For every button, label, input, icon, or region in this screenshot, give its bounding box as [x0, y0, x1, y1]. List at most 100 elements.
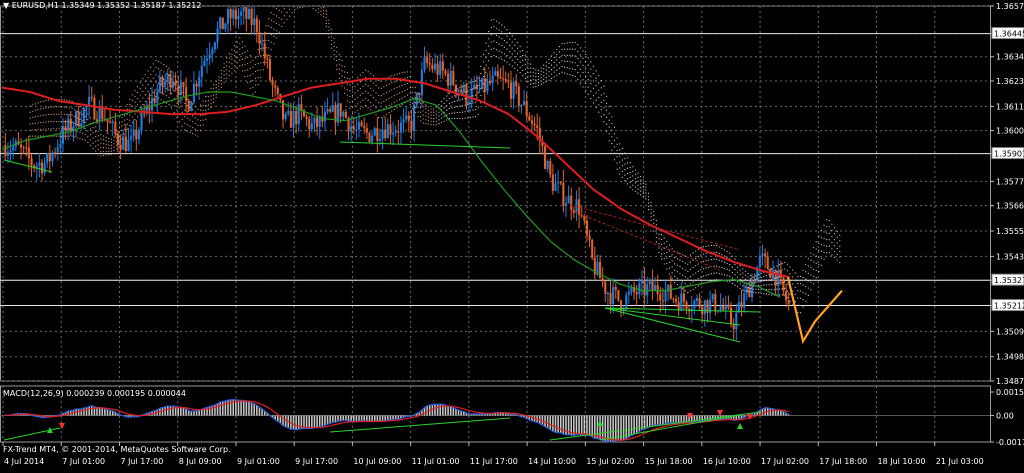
- cloud-dot: [113, 147, 114, 148]
- cloud-dot: [818, 250, 819, 251]
- cloud-dot: [92, 132, 93, 133]
- cloud-dot: [525, 73, 526, 74]
- cloud-dot: [221, 73, 222, 74]
- cloud-dot: [231, 54, 232, 55]
- cloud-dot: [213, 102, 214, 103]
- price-tick-label: 1.36570: [996, 2, 1024, 11]
- cloud-dot: [771, 268, 772, 269]
- cloud-dot: [373, 83, 374, 84]
- cloud-dot: [239, 54, 240, 55]
- cloud-dot: [729, 270, 730, 271]
- cloud-dot: [255, 78, 256, 79]
- cloud-dot: [341, 80, 342, 81]
- cloud-dot: [48, 114, 49, 115]
- cloud-dot: [520, 72, 521, 73]
- cloud-dot: [648, 196, 649, 197]
- cloud-dot: [567, 42, 568, 43]
- copyright-text: FX-Trend MT4, © 2001-2014, MetaQuotes So…: [3, 445, 231, 454]
- cloud-dot: [74, 136, 75, 137]
- candle-body: [253, 18, 255, 25]
- cloud-dot: [195, 112, 196, 113]
- candle-body: [49, 154, 51, 162]
- candle-body: [316, 117, 318, 126]
- time-label: 15 Jul 02:00: [586, 457, 634, 466]
- cloud-dot: [370, 95, 371, 96]
- cloud-dot: [373, 104, 374, 105]
- cloud-dot: [551, 69, 552, 70]
- cloud-dot: [611, 150, 612, 151]
- cloud-dot: [279, 32, 280, 33]
- cloud-dot: [134, 107, 135, 108]
- cloud-dot: [95, 126, 96, 127]
- candle-body: [266, 58, 268, 59]
- cloud-dot: [140, 107, 141, 108]
- cloud-dot: [593, 66, 594, 67]
- cloud-dot: [268, 25, 269, 26]
- cloud-dot: [132, 94, 133, 95]
- cloud-dot: [161, 62, 162, 63]
- cloud-dot: [598, 104, 599, 105]
- cloud-dot: [255, 91, 256, 92]
- cloud-dot: [176, 81, 177, 82]
- cloud-dot: [561, 72, 562, 73]
- cloud-dot: [35, 136, 36, 137]
- price-chart[interactable]: 4 Jul 20147 Jul 01:007 Jul 17:008 Jul 09…: [0, 0, 1024, 469]
- cloud-dot: [247, 69, 248, 70]
- cloud-dot: [616, 150, 617, 151]
- cloud-dot: [661, 244, 662, 245]
- cloud-dot: [255, 85, 256, 86]
- cloud-dot: [150, 102, 151, 103]
- cloud-dot: [187, 124, 188, 125]
- dropdown-arrow-icon[interactable]: ▼: [3, 1, 9, 10]
- cloud-dot: [700, 276, 701, 277]
- cloud-dot: [200, 125, 201, 126]
- cloud-dot: [234, 60, 235, 61]
- cloud-dot: [166, 73, 167, 74]
- cloud-dot: [561, 49, 562, 50]
- cloud-dot: [244, 58, 245, 59]
- cloud-dot: [174, 76, 175, 77]
- cloud-dot: [792, 269, 793, 270]
- cloud-dot: [260, 41, 261, 42]
- cloud-dot: [352, 89, 353, 90]
- candle-body: [180, 82, 182, 95]
- cloud-dot: [402, 85, 403, 86]
- cloud-dot: [341, 85, 342, 86]
- price-tick-label: 1.36230: [996, 77, 1024, 86]
- cloud-dot: [360, 108, 361, 109]
- cloud-dot: [77, 111, 78, 112]
- candle-body: [135, 129, 137, 139]
- cloud-dot: [289, 16, 290, 17]
- cloud-dot: [546, 69, 547, 70]
- cloud-dot: [391, 110, 392, 111]
- cloud-dot: [672, 266, 673, 267]
- cloud-dot: [774, 283, 775, 284]
- cloud-dot: [465, 105, 466, 106]
- cloud-dot: [606, 124, 607, 125]
- cloud-dot: [258, 84, 259, 85]
- cloud-dot: [561, 55, 562, 56]
- cloud-dot: [237, 57, 238, 58]
- cloud-dot: [582, 65, 583, 66]
- cloud-dot: [837, 242, 838, 243]
- cloud-dot: [520, 51, 521, 52]
- cloud-dot: [630, 167, 631, 168]
- candle-body: [46, 154, 48, 163]
- cloud-dot: [462, 86, 463, 87]
- candle-body: [442, 61, 444, 71]
- cloud-dot: [258, 77, 259, 78]
- candle-body: [261, 43, 263, 44]
- cloud-dot: [700, 269, 701, 270]
- cloud-dot: [446, 95, 447, 96]
- cloud-dot: [66, 107, 67, 108]
- cloud-dot: [810, 260, 811, 261]
- cloud-dot: [598, 112, 599, 113]
- cloud-dot: [391, 103, 392, 104]
- cloud-dot: [226, 69, 227, 70]
- cloud-dot: [205, 110, 206, 111]
- cloud-dot: [606, 117, 607, 118]
- cloud-dot: [457, 118, 458, 119]
- cloud-dot: [698, 278, 699, 279]
- cloud-dot: [467, 83, 468, 84]
- candle-body: [507, 80, 509, 82]
